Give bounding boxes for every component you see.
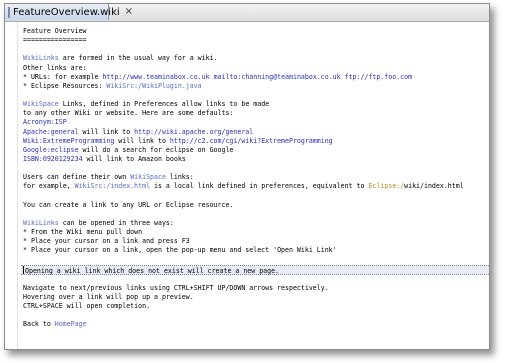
editor-line[interactable] [23,256,489,265]
text-cursor [23,265,24,274]
editor-line[interactable]: WikiLinks are formed in the usual way fo… [23,54,489,63]
editor-line[interactable]: Back to HomePage [23,320,489,329]
editor-line[interactable]: * Place your cursor on a link and press … [23,237,489,246]
editor-line[interactable]: Hovering over a link will pop up a previ… [23,293,489,302]
text-span: * Place your cursor on a link, open the … [23,246,337,255]
wiki-link[interactable]: Google:eclipse [23,146,79,154]
wiki-link[interactable]: ftp://ftp.foo.com [345,73,413,81]
editor-line[interactable]: * From the Wiki menu pull down [23,228,489,237]
text-span: Opening a wiki link which does not exist… [25,266,280,275]
text-span: are formed in the usual way for a wiki. [58,54,218,63]
text-span: wiki/index.html [404,182,464,191]
editor-line[interactable]: Apache:general will link to http://wiki.… [23,128,489,137]
text-editor[interactable]: Feature Overview ================ WikiLin… [5,22,489,349]
tab-bar: FeatureOverview.wiki × [5,4,489,22]
wiki-link[interactable]: http://www.teaminabox.co.uk [102,73,209,81]
editor-line[interactable]: Other links are: [23,64,489,73]
editor-line[interactable]: * Place your cursor on a link, open the … [23,246,489,255]
wiki-file-icon [8,6,10,18]
wiki-link[interactable]: WikiLinks [23,54,59,62]
editor-line[interactable]: You can create a link to any URL or Ecli… [23,201,489,210]
editor-line[interactable] [23,192,489,201]
text-span: to any other Wiki or website. Here are s… [23,109,234,118]
wiki-link[interactable]: Acronym:ISP [23,118,67,126]
editor-line[interactable] [23,164,489,173]
text-span: Users can define their own [23,173,131,182]
text-span: will link to Amazon books [82,154,186,163]
editor-line[interactable]: Google:eclipse will do a search for ecli… [23,146,489,155]
editor-line[interactable] [23,275,489,284]
editor-line[interactable]: CTRL+SPACE will open completion. [23,302,489,311]
close-icon[interactable]: × [125,7,133,17]
wiki-link[interactable]: WikiSpace [23,100,59,108]
wiki-link[interactable]: WikiSrc:/index.html [75,182,150,190]
wiki-link[interactable]: Wiki:ExtremeProgramming [23,137,114,145]
editor-line[interactable]: Acronym:ISP [23,118,489,127]
text-span: Links, defined in Preferences allow link… [58,100,270,109]
text-span: CTRL+SPACE will open completion. [23,302,151,311]
wiki-link[interactable]: WikiSpace [130,173,166,181]
text-span: ================ [23,36,87,45]
editor-line[interactable]: * Eclipse Resources: WikiSrc:/WikiPlugin… [23,82,489,91]
text-span: Hovering over a link will pop up a previ… [23,292,194,301]
text-span: Other links are: [23,63,87,72]
editor-line[interactable]: WikiLinks can be opened in three ways: [23,219,489,228]
wiki-link[interactable]: WikiSrc:/WikiPlugin.java [106,82,201,90]
editor-line[interactable]: Navigate to next/previous links using CT… [23,284,489,293]
text-span: Navigate to next/previous links using CT… [23,283,329,292]
editor-line[interactable]: Opening a wiki link which does not exist… [21,264,489,275]
wiki-link[interactable]: mailto:channing@teaminabox.co.uk [214,73,341,81]
editor-window: FeatureOverview.wiki × Feature Overview =… [4,3,490,350]
tab-title: FeatureOverview.wiki [13,6,120,18]
text-span: is a local link defined in preferences, … [150,182,369,191]
text-span: will do a search for eclipse on Google [78,145,234,154]
text-span: * URLs: for example [23,72,103,81]
text-span: You can create a link to any URL or Ecli… [23,200,234,209]
text-span: will link to [114,136,170,145]
editor-line[interactable] [23,91,489,100]
editor-line[interactable]: for example, WikiSrc:/index.html is a lo… [23,182,489,191]
editor-line[interactable]: ================ [23,36,489,45]
text-span: * Eclipse Resources: [23,81,107,90]
wiki-link[interactable]: ISBN:0920129234 [23,155,83,163]
wiki-link[interactable]: http://c2.com/cgi/wiki?ExtremeProgrammin… [170,137,333,145]
editor-line[interactable] [23,45,489,54]
editor-line[interactable]: WikiSpace Links, defined in Preferences … [23,100,489,109]
text-span: Back to [23,320,55,329]
editor-line[interactable]: to any other Wiki or website. Here are s… [23,109,489,118]
text-span: for example, [23,182,75,191]
text-span: will link to [78,127,135,136]
tab-featureoverview[interactable]: FeatureOverview.wiki × [5,4,133,20]
text-span: * Place your cursor on a link and press … [23,237,190,246]
editor-line[interactable]: Users can define their own WikiSpace lin… [23,173,489,182]
text-span: can be opened in three ways: [58,218,174,227]
editor-line[interactable] [23,210,489,219]
wiki-link[interactable]: http://wiki.apache.org/general [134,128,253,136]
wiki-link[interactable]: Apache:general [23,128,79,136]
wiki-link[interactable]: WikiLinks [23,219,59,227]
editor-line[interactable] [23,311,489,320]
editor-line[interactable]: Feature Overview [23,27,489,36]
editor-line[interactable]: Wiki:ExtremeProgramming will link to htt… [23,137,489,146]
editor-line[interactable]: ISBN:0920129234 will link to Amazon book… [23,155,489,164]
text-span: * From the Wiki menu pull down [23,228,143,237]
wiki-link[interactable]: Eclipse:/ [368,182,404,190]
text-span: Feature Overview [23,27,87,35]
wiki-link[interactable]: HomePage [55,320,87,328]
text-span: links: [165,173,194,182]
editor-line[interactable]: * URLs: for example http://www.teaminabo… [23,73,489,82]
